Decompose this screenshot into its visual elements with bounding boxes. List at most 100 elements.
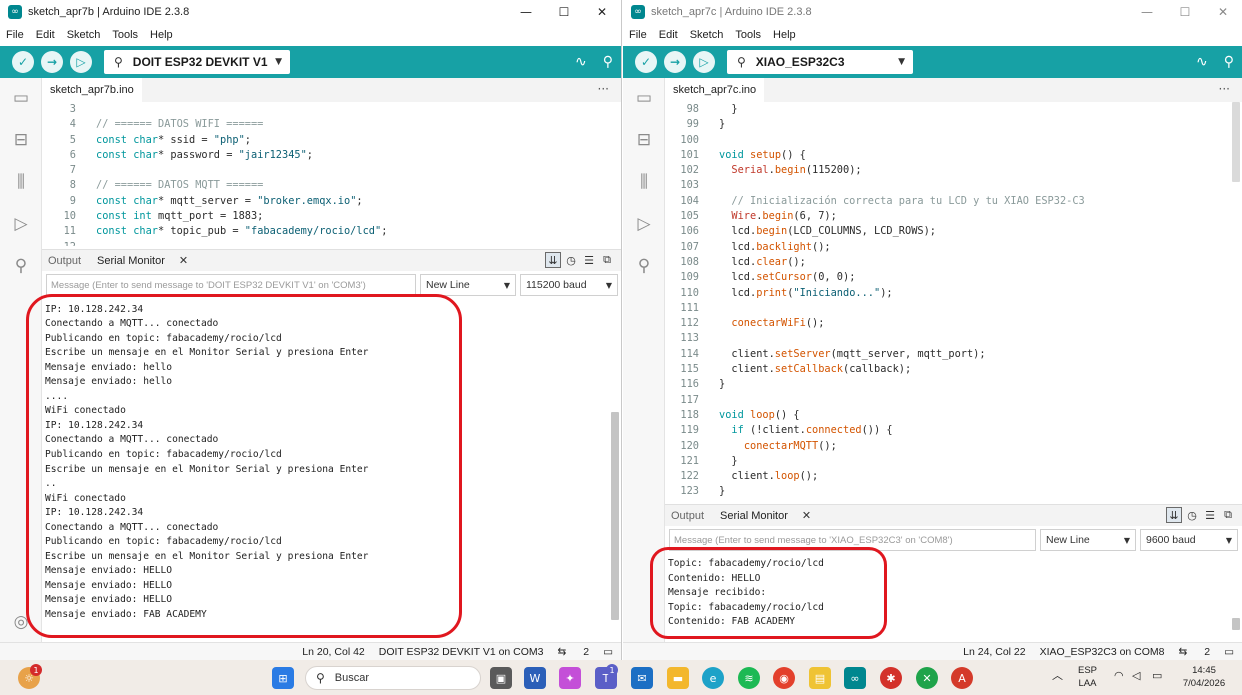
menu-help[interactable]: Help bbox=[773, 29, 796, 41]
file-explorer-icon[interactable]: ▬ bbox=[667, 667, 689, 689]
editor-scrollbar[interactable] bbox=[1232, 102, 1240, 182]
serial-line: Publicando en topic: fabacademy/rocio/lc… bbox=[45, 449, 282, 461]
serial-line: WiFi conectado bbox=[45, 405, 126, 417]
acrobat-icon[interactable]: A bbox=[951, 667, 973, 689]
menu-edit[interactable]: Edit bbox=[36, 29, 55, 41]
menu-tools[interactable]: Tools bbox=[112, 29, 138, 41]
board-selector[interactable]: ⚲ DOIT ESP32 DEVKIT V1 ▼ bbox=[104, 50, 290, 74]
timestamp-icon[interactable]: ◷ bbox=[563, 252, 579, 268]
library-icon[interactable]: ⫼ bbox=[9, 170, 33, 194]
tab-output[interactable]: Output bbox=[671, 510, 704, 522]
close-button[interactable]: ✕ bbox=[583, 0, 621, 24]
serial-monitor-icon[interactable]: ⚲ bbox=[603, 54, 613, 70]
verify-button[interactable]: ✓ bbox=[635, 51, 657, 73]
close-button[interactable]: ✕ bbox=[1204, 0, 1242, 24]
tab-serial-monitor[interactable]: Serial Monitor bbox=[97, 255, 165, 267]
serial-plotter-icon[interactable]: ∿ bbox=[1196, 54, 1208, 70]
menu-file[interactable]: File bbox=[6, 29, 24, 41]
copilot-icon[interactable]: ✦ bbox=[559, 667, 581, 689]
menu-help[interactable]: Help bbox=[150, 29, 173, 41]
board-port-status[interactable]: DOIT ESP32 DEVKIT V1 on COM3 bbox=[379, 646, 544, 658]
chrome-icon[interactable]: ◉ bbox=[773, 667, 795, 689]
timestamp-icon[interactable]: ◷ bbox=[1184, 507, 1200, 523]
autoscroll-icon[interactable]: ⇊ bbox=[545, 252, 561, 268]
maximize-button[interactable]: ☐ bbox=[545, 0, 583, 24]
upload-button[interactable]: → bbox=[664, 51, 686, 73]
app-icon-green[interactable]: ✕ bbox=[916, 667, 938, 689]
debug-icon[interactable]: ▷ bbox=[9, 212, 33, 236]
serial-scrollbar[interactable] bbox=[1232, 618, 1240, 630]
copy-icon[interactable]: ⧉ bbox=[1220, 507, 1236, 523]
notification-icon[interactable]: ⇆ 2 bbox=[1179, 646, 1211, 658]
tray-overflow-icon[interactable]: ︿ bbox=[1052, 670, 1063, 683]
clear-output-icon[interactable]: ☰ bbox=[1202, 507, 1218, 523]
battery-icon[interactable]: ▭ bbox=[1152, 670, 1162, 683]
word-icon[interactable]: W bbox=[524, 667, 546, 689]
more-icon[interactable]: ··· bbox=[1219, 82, 1230, 96]
copy-icon[interactable]: ⧉ bbox=[599, 252, 615, 268]
toggle-panel-icon[interactable]: ▭ bbox=[603, 646, 613, 658]
serial-message-input[interactable]: Message (Enter to send message to 'XIAO_… bbox=[669, 529, 1036, 551]
debug-button[interactable]: ▷ bbox=[70, 51, 92, 73]
serial-monitor-icon[interactable]: ⚲ bbox=[1224, 54, 1234, 70]
file-tab[interactable]: sketch_apr7c.ino bbox=[665, 78, 765, 102]
notes-icon[interactable]: ▤ bbox=[809, 667, 831, 689]
toggle-panel-icon[interactable]: ▭ bbox=[1224, 646, 1234, 658]
line-ending-select[interactable]: New Line ▼ bbox=[420, 274, 516, 296]
search-icon[interactable]: ⚲ bbox=[9, 254, 33, 278]
menu-tools[interactable]: Tools bbox=[735, 29, 761, 41]
app-icon-red[interactable]: ✱ bbox=[880, 667, 902, 689]
code-line: 4 // ====== DATOS WIFI ====== bbox=[42, 117, 621, 132]
minimize-button[interactable]: — bbox=[1128, 0, 1166, 24]
tab-serial-monitor[interactable]: Serial Monitor bbox=[720, 510, 788, 522]
autoscroll-icon[interactable]: ⇊ bbox=[1166, 507, 1182, 523]
task-view-icon[interactable]: ▣ bbox=[490, 667, 512, 689]
notification-icon[interactable]: ⇆ 2 bbox=[558, 646, 590, 658]
baud-select[interactable]: 9600 baud ▼ bbox=[1140, 529, 1238, 551]
debug-icon[interactable]: ▷ bbox=[632, 212, 656, 236]
more-icon[interactable]: ··· bbox=[598, 82, 609, 96]
spotify-icon[interactable]: ≋ bbox=[738, 667, 760, 689]
menu-sketch[interactable]: Sketch bbox=[67, 29, 101, 41]
outlook-icon[interactable]: ✉ bbox=[631, 667, 653, 689]
board-manager-icon[interactable]: ⊟ bbox=[632, 128, 656, 152]
menu-file[interactable]: File bbox=[629, 29, 647, 41]
folder-icon[interactable]: ▭ bbox=[9, 86, 33, 110]
tab-output[interactable]: Output bbox=[48, 255, 81, 267]
line-ending-value: New Line bbox=[1046, 534, 1090, 546]
code-editor[interactable]: 98 } 99} 100 101 void setup() {102 Serial.be… bbox=[665, 102, 1242, 502]
language-indicator[interactable]: ESP LAA bbox=[1078, 664, 1097, 690]
serial-scrollbar[interactable] bbox=[611, 412, 619, 620]
minimize-button[interactable]: — bbox=[507, 0, 545, 24]
serial-plotter-icon[interactable]: ∿ bbox=[575, 54, 587, 70]
arduino-taskbar-icon[interactable]: ∞ bbox=[844, 667, 866, 689]
search-icon[interactable]: ⚲ bbox=[632, 254, 656, 278]
verify-button[interactable]: ✓ bbox=[12, 51, 34, 73]
line-ending-select[interactable]: New Line ▼ bbox=[1040, 529, 1136, 551]
library-icon[interactable]: ⫼ bbox=[632, 170, 656, 194]
close-icon[interactable]: ✕ bbox=[179, 254, 188, 267]
volume-icon[interactable]: ◁ bbox=[1132, 670, 1140, 683]
account-icon[interactable]: ◎ bbox=[9, 610, 33, 634]
upload-button[interactable]: → bbox=[41, 51, 63, 73]
taskbar-search[interactable]: ⚲ Buscar bbox=[305, 666, 481, 690]
board-port-status[interactable]: XIAO_ESP32C3 on COM8 bbox=[1040, 646, 1165, 658]
close-icon[interactable]: ✕ bbox=[802, 509, 811, 522]
start-icon[interactable]: ⊞ bbox=[272, 667, 294, 689]
wifi-icon[interactable]: ◠ bbox=[1114, 670, 1124, 683]
edge-icon[interactable]: e bbox=[702, 667, 724, 689]
menu-sketch[interactable]: Sketch bbox=[690, 29, 724, 41]
board-selector[interactable]: ⚲ XIAO_ESP32C3 ▼ bbox=[727, 50, 913, 74]
maximize-button[interactable]: ☐ bbox=[1166, 0, 1204, 24]
baud-select[interactable]: 115200 baud ▼ bbox=[520, 274, 618, 296]
file-tab[interactable]: sketch_apr7b.ino bbox=[42, 78, 142, 102]
clock[interactable]: 14:45 7/04/2026 bbox=[1174, 664, 1234, 690]
menu-edit[interactable]: Edit bbox=[659, 29, 678, 41]
code-editor[interactable]: 3 4// ====== DATOS WIFI ====== 5 const char… bbox=[42, 102, 621, 246]
board-manager-icon[interactable]: ⊟ bbox=[9, 128, 33, 152]
clear-output-icon[interactable]: ☰ bbox=[581, 252, 597, 268]
serial-message-input[interactable]: Message (Enter to send message to 'DOIT … bbox=[46, 274, 416, 296]
debug-button[interactable]: ▷ bbox=[693, 51, 715, 73]
folder-icon[interactable]: ▭ bbox=[632, 86, 656, 110]
